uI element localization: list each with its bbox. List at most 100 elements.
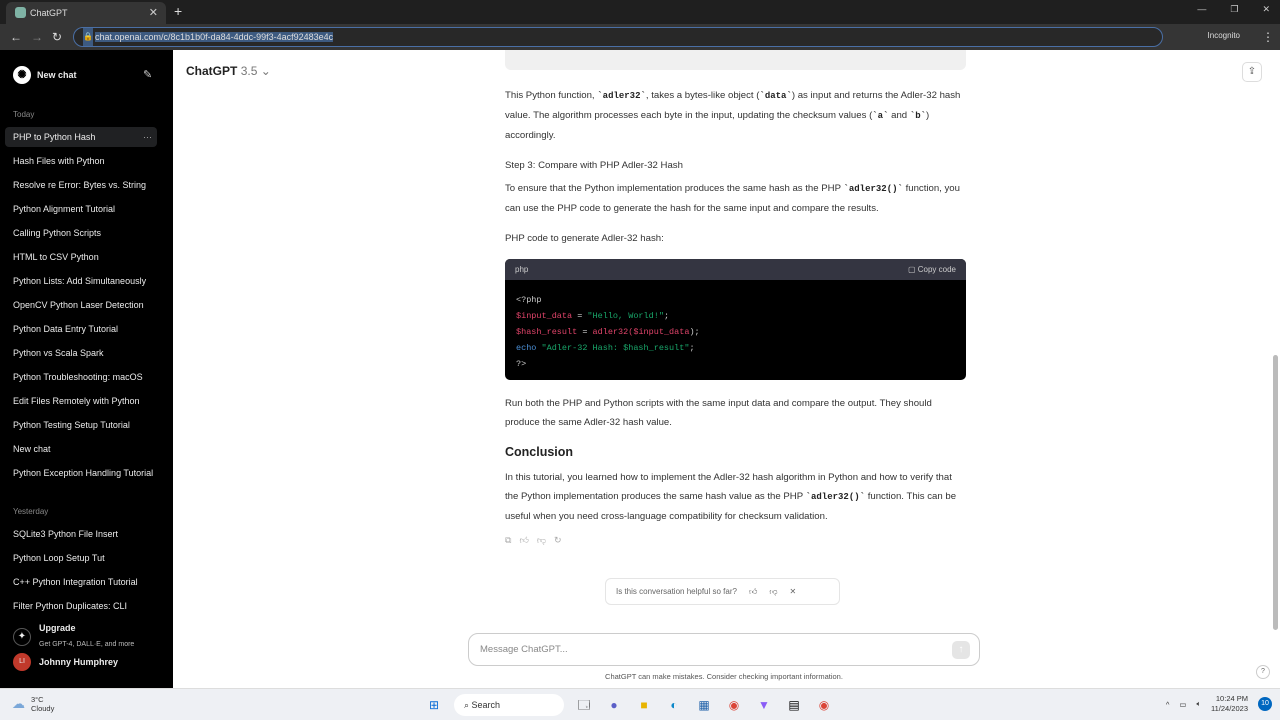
new-tab-button[interactable]: + (174, 3, 182, 19)
sidebar-chat-item[interactable]: C++ Python Integration Tutorial (5, 572, 157, 592)
chrome-icon[interactable]: ◉ (814, 695, 834, 715)
more-options-icon[interactable]: ··· (143, 127, 152, 147)
minimize-button[interactable]: — (1197, 4, 1206, 15)
menu-icon[interactable]: ⋮ (1262, 30, 1274, 44)
regenerate-icon[interactable]: ↻ (554, 531, 562, 550)
browser-tab-bar: ChatGPT ✕ + — ❐ ✕ (0, 0, 1280, 24)
network-icon[interactable]: ▭ (1179, 700, 1186, 709)
chat-app-icon[interactable]: ● (604, 695, 624, 715)
sidebar-chat-item[interactable]: SQLite3 Python File Insert (5, 524, 157, 544)
chat-title: Python Testing Setup Tutorial (13, 420, 130, 430)
sidebar-chat-item[interactable]: Python Troubleshooting: macOS (5, 367, 157, 387)
clock[interactable]: 10:24 PM 11/24/2023 (1211, 694, 1248, 714)
user-name: Johnny Humphrey (39, 657, 119, 667)
chevron-down-icon: ⌄ (260, 64, 271, 78)
sidebar-chat-item[interactable]: Python Alignment Tutorial (5, 199, 157, 219)
chat-title: Python Alignment Tutorial (13, 204, 116, 214)
close-tab-icon[interactable]: ✕ (149, 6, 158, 19)
chrome-icon[interactable]: ◉ (724, 695, 744, 715)
weather-widget[interactable]: ☁ 3°C Cloudy (12, 695, 54, 713)
new-chat-button[interactable]: ✺ New chat (13, 66, 77, 84)
sidebar-chat-item[interactable]: Python vs Scala Spark (5, 343, 157, 363)
weather-text: Cloudy (31, 704, 55, 713)
cloud-icon: ☁ (12, 696, 25, 711)
assistant-message: This Python function, `adler32`, takes a… (505, 86, 966, 550)
scrollbar[interactable] (1273, 355, 1278, 630)
upgrade-button[interactable]: ✦ Upgrade Get GPT-4, DALL·E, and more (13, 623, 134, 651)
lock-icon: 🔒 (83, 28, 93, 46)
chat-title: SQLite3 Python File Insert (13, 529, 119, 539)
chat-title: Resolve re Error: Bytes vs. String (13, 180, 147, 190)
section-yesterday: Yesterday (13, 507, 49, 516)
sidebar-chat-item[interactable]: Hash Files with Python (5, 151, 157, 171)
app-icon[interactable]: ▤ (784, 695, 804, 715)
sidebar-chat-item[interactable]: Python Exception Handling Tutorial (5, 463, 157, 483)
thumbs-down-icon[interactable]: 👎︎ (769, 587, 777, 597)
sidebar-chat-item[interactable]: Python Testing Setup Tutorial (5, 415, 157, 435)
close-window-button[interactable]: ✕ (1262, 4, 1270, 15)
thumbs-up-icon[interactable]: 👍︎ (519, 531, 528, 550)
model-selector[interactable]: ChatGPT 3.5 ⌄ (186, 64, 271, 78)
help-button[interactable]: ? (1256, 665, 1270, 679)
taskbar: ☁ 3°C Cloudy ⊞ ⌕ Search 🗔 ● ■ ◐ ▦ ◉ ▼ ▤ ◉ … (0, 688, 1280, 720)
sidebar-chat-item[interactable]: Edit Files Remotely with Python (5, 391, 157, 411)
chat-title: Python vs Scala Spark (13, 348, 104, 358)
incognito-badge[interactable]: Incognito (1208, 31, 1240, 40)
copy-code-button[interactable]: ▢ Copy code (908, 259, 956, 280)
sidebar-chat-item[interactable]: HTML to CSV Python (5, 247, 157, 267)
section-today: Today (13, 110, 35, 119)
volume-icon[interactable]: 🔈︎ (1197, 699, 1202, 709)
code-text[interactable]: <?php $input_data = "Hello, World!"; $ha… (505, 280, 966, 380)
sidebar-chat-item[interactable]: PHP to Python Hash ··· (5, 127, 157, 147)
chat-title: New chat (13, 444, 51, 454)
paragraph: To ensure that the Python implementation… (505, 183, 960, 214)
chevron-up-icon[interactable]: ^ (1166, 700, 1170, 709)
file-explorer-icon[interactable]: ■ (634, 695, 654, 715)
chat-title: Python Exception Handling Tutorial (13, 468, 154, 478)
chat-main: ChatGPT 3.5 ⌄ ⇪ This Python function, `a… (173, 50, 1280, 688)
upgrade-title: Upgrade (39, 623, 76, 633)
browser-tab[interactable]: ChatGPT ✕ (6, 2, 166, 24)
app-icon[interactable]: ▼ (754, 695, 774, 715)
chat-title: HTML to CSV Python (13, 252, 99, 262)
store-icon[interactable]: ▦ (694, 695, 714, 715)
chat-title: Filter Python Duplicates: CLI (13, 601, 128, 611)
message-placeholder: Message ChatGPT... (480, 644, 568, 655)
taskbar-search[interactable]: ⌕ Search (454, 694, 564, 716)
message-input[interactable]: Message ChatGPT... ↑ (468, 633, 980, 666)
sidebar-chat-item[interactable]: New chat (5, 439, 157, 459)
code-language: php (515, 265, 529, 274)
sidebar-chat-item[interactable]: Python Loop Setup Tut (5, 548, 157, 568)
address-bar-area: ← → ↻ 🔒 chat.openai.com/c/8c1b1b0f-da84-4… (0, 24, 1280, 50)
copy-icon[interactable]: ⧉ (505, 531, 511, 550)
url-input[interactable]: 🔒 chat.openai.com/c/8c1b1b0f-da84-4ddc-99… (73, 27, 1163, 47)
openai-logo-icon: ✺ (13, 66, 31, 84)
sidebar-chat-item[interactable]: Python Data Entry Tutorial (5, 319, 157, 339)
chat-title: Hash Files with Python (13, 156, 105, 166)
reload-button[interactable]: ↻ (52, 30, 62, 44)
notification-badge[interactable]: 10 (1258, 697, 1272, 711)
app-icon[interactable]: 🗔 (574, 695, 594, 715)
maximize-button[interactable]: ❐ (1230, 4, 1238, 15)
sidebar-chat-item[interactable]: Python Lists: Add Simultaneously (5, 271, 157, 291)
sidebar-chat-item[interactable]: Calling Python Scripts (5, 223, 157, 243)
share-icon[interactable]: ⇪ (1242, 62, 1262, 82)
compose-icon[interactable]: ✎ (143, 68, 152, 81)
windows-start-icon[interactable]: ⊞ (424, 695, 444, 715)
sparkle-icon: ✦ (13, 628, 31, 646)
edge-icon[interactable]: ◐ (664, 695, 684, 715)
disclaimer: ChatGPT can make mistakes. Consider chec… (605, 672, 843, 681)
back-button[interactable]: ← (10, 30, 22, 44)
thumbs-up-icon[interactable]: 👍︎ (749, 587, 757, 597)
forward-button[interactable]: → (31, 30, 43, 44)
user-menu[interactable]: LI Johnny Humphrey (13, 653, 118, 671)
sidebar-chat-item[interactable]: Filter Python Duplicates: CLI (5, 596, 157, 616)
send-button[interactable]: ↑ (952, 641, 970, 659)
temperature: 3°C (31, 695, 44, 704)
sidebar-chat-item[interactable]: Resolve re Error: Bytes vs. String (5, 175, 157, 195)
close-icon[interactable]: ✕ (789, 587, 796, 596)
thumbs-down-icon[interactable]: 👎︎ (537, 531, 546, 550)
sidebar-chat-item[interactable]: OpenCV Python Laser Detection (5, 295, 157, 315)
code-block: php ▢ Copy code <?php $input_data = "Hell… (505, 259, 966, 380)
chat-title: Python Loop Setup Tut (13, 553, 105, 563)
